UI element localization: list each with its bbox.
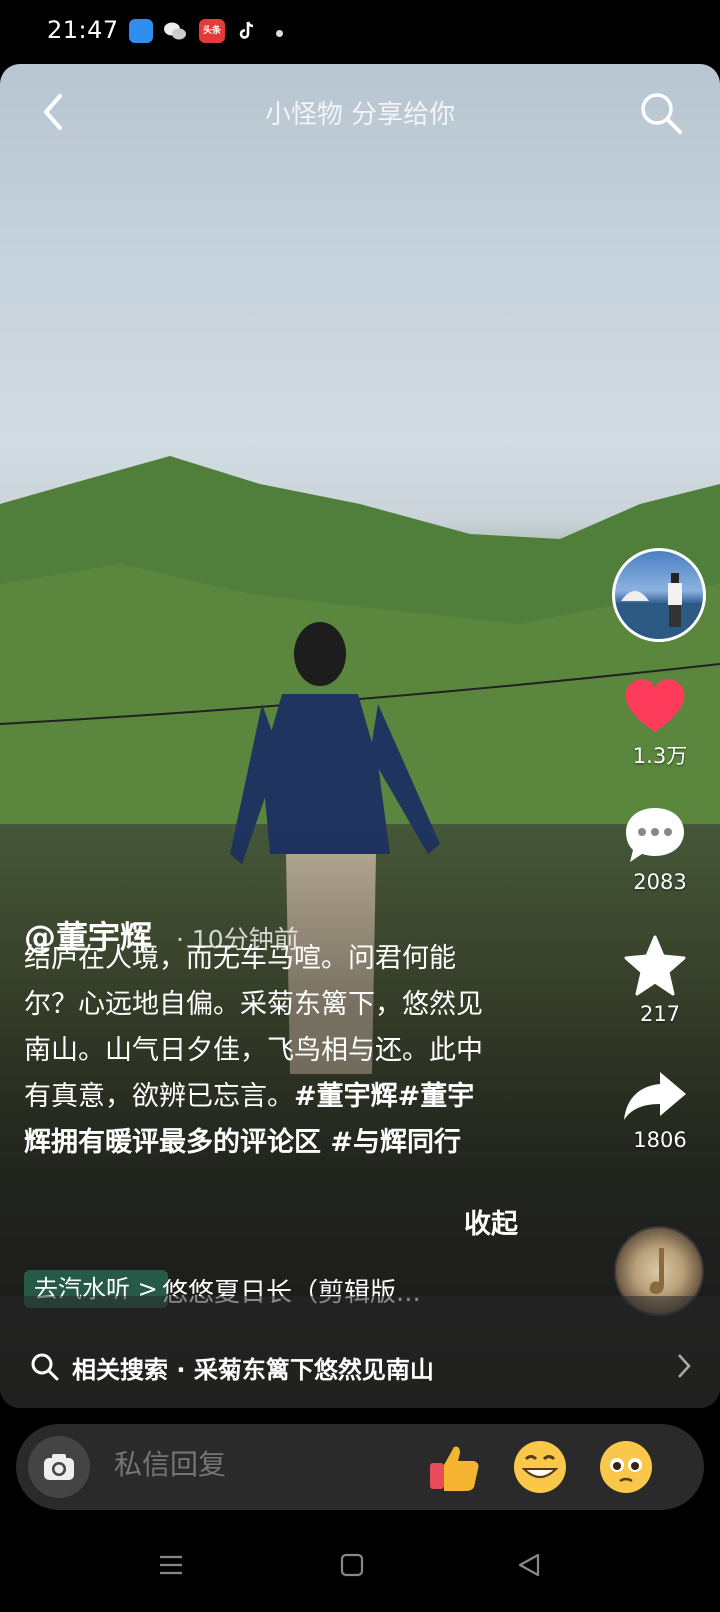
back-icon[interactable] <box>36 90 72 134</box>
back-nav-icon[interactable] <box>514 1550 544 1580</box>
status-time: 21:47 <box>47 16 119 44</box>
description-line: 结庐在人境，而无车马喧。问君何能 <box>24 943 456 974</box>
system-nav-bar <box>0 1520 720 1612</box>
hashtag-link[interactable]: #董宇辉#董宇 <box>294 1081 474 1112</box>
share-count: 1806 <box>633 1128 687 1152</box>
more-dot-icon <box>276 30 283 37</box>
like-icon[interactable] <box>622 676 688 736</box>
toutiao-icon: 头条 <box>199 19 225 43</box>
related-search-text[interactable]: 相关搜索 · 采菊东篱下悠然见南山 <box>72 1350 434 1385</box>
favorite-count: 217 <box>639 1002 681 1026</box>
wechat-icon <box>164 22 186 40</box>
blue-app-icon <box>129 19 153 43</box>
camera-icon <box>44 1454 74 1480</box>
page-title: 小怪物 分享给你 <box>264 100 456 130</box>
like-count: 1.3万 <box>632 744 688 768</box>
tiktok-icon <box>239 21 254 39</box>
status-bar: 21:47 头条 <box>0 0 720 64</box>
camera-button[interactable] <box>28 1436 90 1498</box>
grin-icon[interactable] <box>512 1439 568 1495</box>
description-line: 尔？心远地自偏。采菊东篱下，悠然见 <box>24 989 483 1020</box>
home-nav-icon[interactable] <box>337 1550 367 1580</box>
thumbs-up-icon[interactable] <box>426 1439 482 1495</box>
search-icon[interactable] <box>638 90 684 136</box>
share-icon[interactable] <box>622 1068 688 1122</box>
chevron-right-icon <box>678 1354 691 1378</box>
hashtag-link[interactable]: 辉拥有暖评最多的评论区 #与辉同行 <box>24 1120 544 1166</box>
description-line: 有真意，欲辨已忘言。#董宇辉#董宇 <box>24 1081 475 1112</box>
favorite-star-icon[interactable] <box>622 934 688 998</box>
pleading-face-icon[interactable] <box>598 1439 654 1495</box>
related-search-bar[interactable]: 相关搜索 · 采菊东篱下悠然见南山 <box>0 1296 720 1408</box>
comment-count: 2083 <box>633 870 687 894</box>
post-description: 结庐在人境，而无车马喧。问君何能 尔？心远地自偏。采菊东篱下，悠然见 南山。山气… <box>24 936 544 1166</box>
collapse-button[interactable]: 收起 <box>464 1202 518 1241</box>
search-icon <box>31 1353 59 1381</box>
video-card[interactable]: 小怪物 分享给你 1.3万 2083 217 1806 @董宇辉 · 10分钟前… <box>0 64 720 1408</box>
menu-nav-icon[interactable] <box>156 1550 186 1580</box>
reply-bar <box>16 1424 704 1510</box>
reply-input[interactable] <box>112 1448 376 1482</box>
author-avatar[interactable] <box>612 548 706 642</box>
comment-icon[interactable] <box>622 804 688 866</box>
description-line: 南山。山气日夕佳，飞鸟相与还。此中 <box>24 1035 483 1066</box>
